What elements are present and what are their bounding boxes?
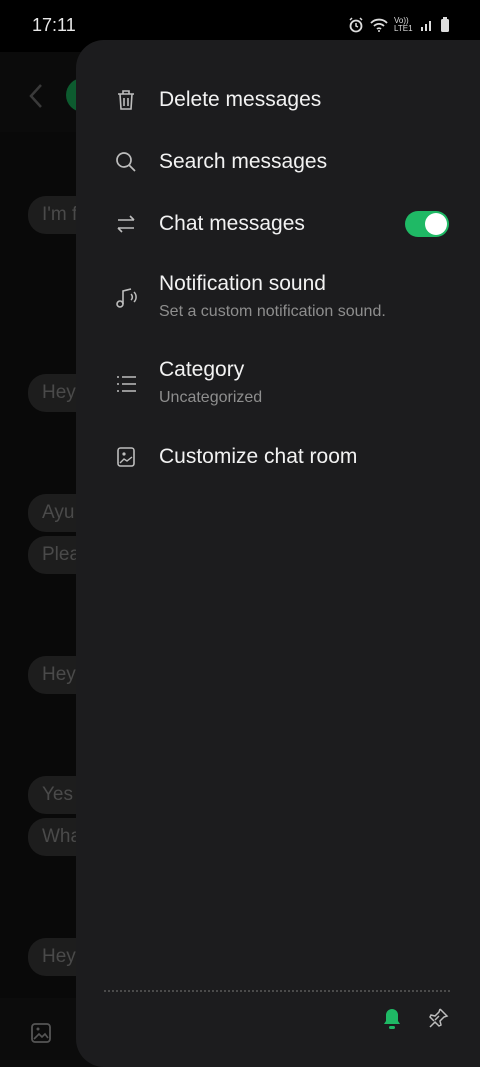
list-icon: [114, 372, 138, 396]
menu-item-title: Search messages: [159, 150, 328, 173]
menu-item-title: Customize chat room: [159, 445, 358, 468]
status-icons: Vo)) LTE1: [348, 17, 450, 33]
signal-icon: [420, 18, 434, 32]
menu-item-title: Delete messages: [159, 88, 322, 111]
chat-menu-drawer: Delete messages Search messages Chat mes…: [76, 40, 480, 1067]
menu-item-customize-chat-room[interactable]: Customize chat room: [76, 435, 480, 479]
menu-item-title: Chat messages: [159, 212, 305, 235]
battery-icon: [440, 17, 450, 33]
back-arrow-icon[interactable]: [26, 82, 46, 115]
status-time: 17:11: [32, 15, 76, 35]
chat-messages-toggle[interactable]: [405, 211, 449, 237]
footer-divider: [104, 990, 450, 992]
pin-icon[interactable]: [426, 1006, 450, 1035]
menu-item-subtitle: Set a custom notification sound.: [159, 303, 386, 320]
music-note-icon: [114, 286, 138, 310]
menu-item-delete-messages[interactable]: Delete messages: [76, 78, 480, 122]
bell-icon[interactable]: [380, 1006, 404, 1037]
alarm-icon: [348, 17, 364, 33]
menu-item-subtitle: Uncategorized: [159, 389, 263, 406]
toggle-knob: [425, 213, 447, 235]
wifi-icon: [370, 18, 388, 32]
search-icon: [114, 150, 138, 174]
menu-item-category[interactable]: Category Uncategorized: [76, 356, 480, 416]
network-label: Vo)) LTE1: [394, 16, 413, 33]
swap-arrows-icon: [114, 212, 138, 236]
menu-item-notification-sound[interactable]: Notification sound Set a custom notifica…: [76, 270, 480, 330]
menu-item-title: Category: [159, 358, 245, 381]
image-icon: [114, 445, 138, 469]
trash-icon: [114, 88, 138, 112]
gallery-icon[interactable]: [30, 1022, 52, 1049]
menu-item-title: Notification sound: [159, 272, 326, 295]
menu-item-search-messages[interactable]: Search messages: [76, 140, 480, 184]
